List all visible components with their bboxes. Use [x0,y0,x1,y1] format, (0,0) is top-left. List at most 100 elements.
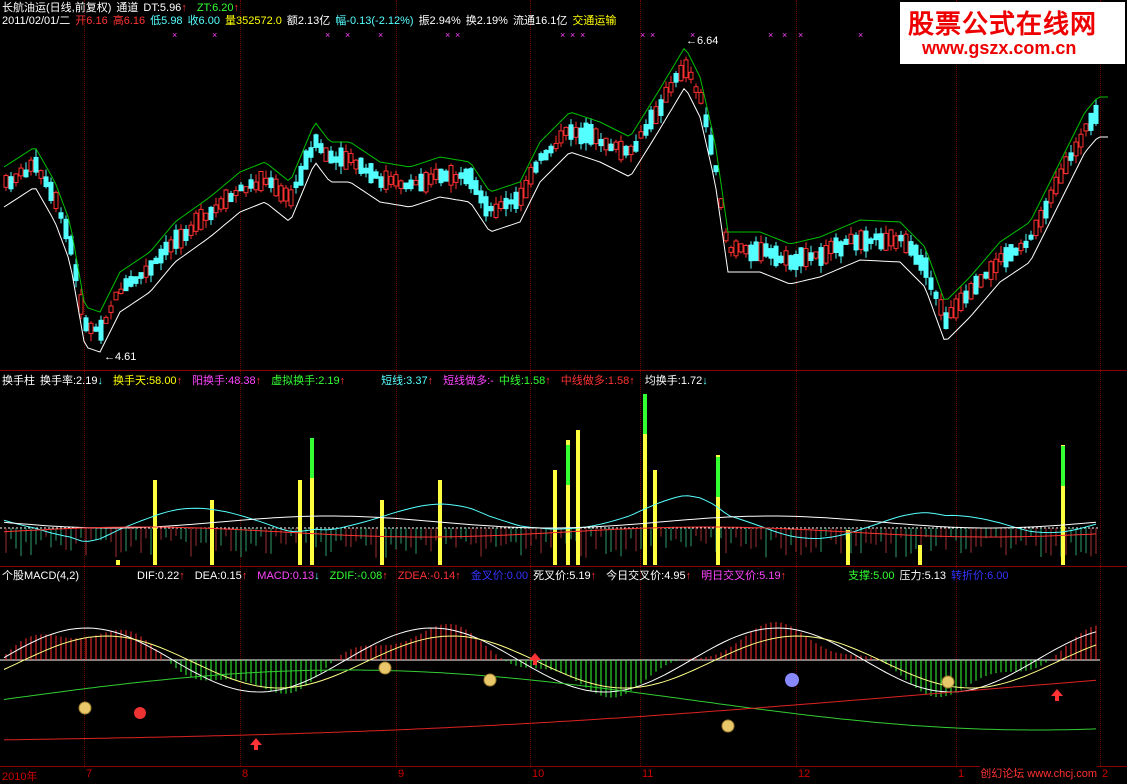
candle-body [873,233,879,241]
candle-body [468,168,474,190]
candle-body [288,189,294,207]
candle-body [73,264,79,282]
quote-date: 2011/02/01/二 [2,15,71,27]
candle-body [363,167,369,174]
turnover-header: 换手柱 换手率:2.19↓ 换手天:58.00↑ 阳换手:48.38↑ 虚拟换手:2.1… [2,375,708,387]
candle-body [548,145,554,154]
candle-body [853,234,859,251]
dt-value: DT:5.96 [143,2,182,14]
candle-body [833,237,839,254]
candle-body [243,186,249,194]
candle-body [813,251,819,259]
money-bag-icon [483,673,497,687]
candle-body [943,312,949,329]
up-arrow-icon [250,738,262,750]
candle-body [118,288,124,294]
candle-body [108,305,114,313]
candle-body [648,109,654,130]
candle-body [228,193,234,203]
candle-body [1053,176,1059,195]
signal-marker: × [650,30,655,40]
avg-turnover: 均换手:1.72 [644,375,703,387]
candle-body [308,147,314,158]
candle-body [258,171,264,192]
candle-body [603,137,609,151]
candle-body [848,233,854,245]
candle-body [398,180,404,189]
candle-body [983,271,989,279]
candle-body [753,241,759,262]
macd-dif: DIF:0.22 [137,570,180,582]
axis-month-label: 7 [86,768,93,780]
candle-body [28,159,34,172]
candle-body [553,142,559,150]
signal-marker: × [212,30,217,40]
turnover-green-cap [566,445,570,485]
candle-body [763,243,769,257]
candle-body [713,165,719,173]
candle-body [393,174,399,187]
signal-marker: × [445,30,450,40]
candle-body [588,123,594,145]
candle-body [823,244,829,264]
candle-body [373,171,379,179]
turnover-spike-bar [153,480,157,565]
candle-body [868,238,874,244]
candle-body [683,59,689,79]
quote-close: 收6.00 [187,15,220,27]
macd-zdea: ZDEA:-0.14 [397,570,456,582]
candle-body [593,128,599,145]
candle-body [148,260,154,276]
candle-body [883,232,889,251]
candle-body [673,73,679,83]
candle-body [743,244,749,255]
signal-marker: × [782,30,787,40]
axis-month-label: 11 [642,768,654,780]
candle-body [788,255,794,270]
up-arrow-icon [1051,689,1063,701]
candle-body [688,71,694,80]
signal-marker: × [325,30,330,40]
candle-body [163,241,169,256]
candle-body [998,253,1004,263]
candle-body [923,257,929,278]
candle-body [598,138,604,147]
candle-body [708,134,714,155]
candle-body [1018,242,1024,252]
candle-body [43,176,49,188]
candle-body [1068,152,1074,161]
signal-marker: × [768,30,773,40]
quote-high: 高6.16 [112,15,146,27]
turnover-spike-bar [553,470,557,565]
short-bull: 短线做多:- [443,375,494,387]
money-bag-icon [721,719,735,733]
candle-body [33,156,39,173]
turnover-spike-bar [653,470,657,565]
candle-body [473,180,479,195]
money-bag-icon [941,675,955,689]
candle-body [68,236,74,255]
candle-body [863,230,869,252]
axis-month-label: 9 [398,768,405,780]
candle-body [268,177,274,189]
candle-body [808,252,814,261]
candle-body [348,153,354,164]
turnover-spike-bar [380,500,384,565]
candle-body [188,224,194,236]
candle-body [993,258,999,274]
candle-body [453,174,459,183]
candle-body [123,278,129,292]
quote-amplitude: 振2.94% [418,15,461,27]
candle-body [933,291,939,299]
candle-body [193,212,199,232]
candle-body [653,106,659,125]
candle-body [238,184,244,192]
candle-body [138,272,144,279]
candle-body [213,204,219,214]
golden-cross-price: 金叉价:0.00 [470,570,529,582]
candle-body [418,173,424,192]
candle-body [478,190,484,204]
candle-body [1023,240,1029,248]
candle-body [658,99,664,116]
site-watermark: 股票公式在线网 www.gszx.com.cn [900,2,1125,64]
